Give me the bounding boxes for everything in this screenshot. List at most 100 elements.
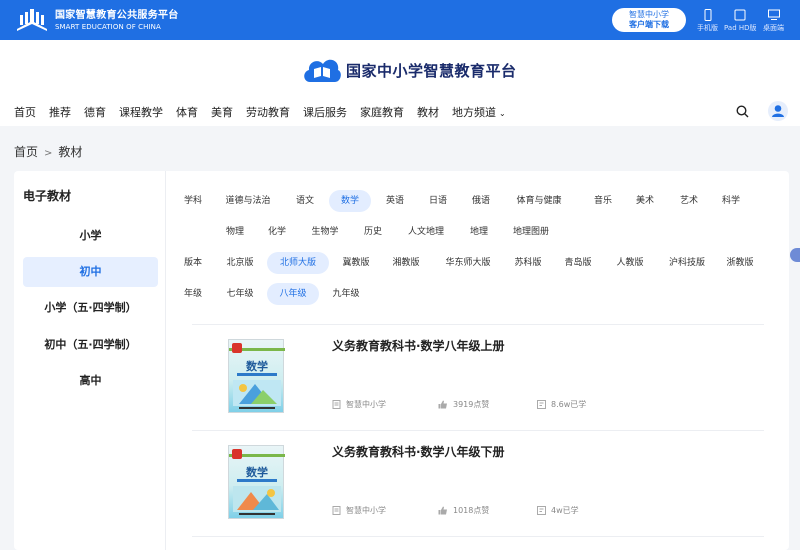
- cover-subtitle-bar: [237, 373, 277, 376]
- book-likes: 3919点赞: [438, 399, 489, 410]
- top-bar: 国家智慧教育公共服务平台 SMART EDUCATION OF CHINA 智慧…: [0, 0, 800, 40]
- device-label: 桌面端: [763, 24, 784, 32]
- grade-option-selected[interactable]: 八年级: [267, 283, 319, 305]
- search-icon[interactable]: [736, 105, 749, 118]
- subject-option[interactable]: 化学: [259, 221, 295, 243]
- edition-option[interactable]: 湘教版: [383, 252, 429, 274]
- book-item[interactable]: 数学 义务教育教科书·数学八年级上册 智慧中小学 3919点赞 8.6w已学: [192, 325, 764, 429]
- client-download-button[interactable]: 智慧中小学 客户端下载: [612, 8, 686, 32]
- sidebar-item-junior[interactable]: 初中: [23, 257, 158, 287]
- likes-text: 3919点赞: [453, 400, 490, 409]
- edition-option[interactable]: 华东师大版: [435, 252, 501, 274]
- download-line2: 客户端下载: [629, 20, 669, 29]
- list-divider: [192, 536, 764, 537]
- subject-option[interactable]: 体育与健康: [507, 190, 571, 212]
- sidebar-item-primary[interactable]: 小学: [23, 221, 158, 251]
- device-tablet[interactable]: Pad HD版: [724, 9, 757, 33]
- side-float-tab[interactable]: [790, 248, 800, 262]
- subject-option[interactable]: 艺术: [671, 190, 707, 212]
- book-cover[interactable]: 数学: [228, 339, 285, 413]
- nav-arts[interactable]: 美育: [211, 104, 233, 120]
- avatar[interactable]: [768, 101, 788, 121]
- subject-option[interactable]: 地理: [461, 221, 497, 243]
- edition-option[interactable]: 青岛版: [555, 252, 601, 274]
- subject-option[interactable]: 语文: [287, 190, 323, 212]
- likes-text: 1018点赞: [453, 506, 490, 515]
- nav-courses[interactable]: 课程教学: [119, 104, 163, 120]
- subject-option[interactable]: 俄语: [463, 190, 499, 212]
- edition-option[interactable]: 人教版: [607, 252, 653, 274]
- subject-option[interactable]: 地理图册: [505, 221, 557, 243]
- subject-option[interactable]: 生物学: [301, 221, 349, 243]
- subject-option[interactable]: 日语: [420, 190, 456, 212]
- source-text: 智慧中小学: [346, 400, 386, 409]
- desktop-icon: [767, 9, 780, 20]
- breadcrumb-home[interactable]: 首页: [14, 145, 38, 159]
- cover-art-icon: [233, 380, 281, 406]
- nav-recommend[interactable]: 推荐: [49, 104, 71, 120]
- book-cover[interactable]: 数学: [228, 445, 285, 519]
- book-learners: 8.6w已学: [537, 399, 586, 410]
- sidebar-item-senior[interactable]: 高中: [23, 366, 158, 396]
- filter-label-subject: 学科: [183, 196, 202, 206]
- breadcrumb-current: 教材: [58, 145, 83, 159]
- book-source: 智慧中小学: [332, 399, 386, 410]
- edition-option[interactable]: 沪科技版: [659, 252, 715, 274]
- sidebar-item-junior-54[interactable]: 初中（五·四学制）: [23, 330, 158, 360]
- book-learners: 4w已学: [537, 505, 579, 516]
- grade-option[interactable]: 七年级: [217, 283, 263, 305]
- sidebar-item-primary-54[interactable]: 小学（五·四学制）: [23, 293, 158, 323]
- nav-labor[interactable]: 劳动教育: [246, 104, 290, 120]
- cover-publisher-bar: [239, 513, 275, 515]
- subject-option[interactable]: 音乐: [585, 190, 621, 212]
- subject-option-selected[interactable]: 数学: [329, 190, 371, 212]
- cover-art-icon: [233, 486, 281, 512]
- edition-option[interactable]: 冀教版: [333, 252, 379, 274]
- filter-label-edition: 版本: [183, 258, 202, 268]
- nav-local-label: 地方频道: [452, 106, 496, 119]
- book-title[interactable]: 义务教育教科书·数学八年级上册: [332, 337, 505, 354]
- subject-option[interactable]: 道德与法治: [217, 190, 279, 212]
- subject-option[interactable]: 历史: [355, 221, 391, 243]
- filter-label-grade: 年级: [183, 289, 202, 299]
- source-text: 智慧中小学: [346, 506, 386, 515]
- main-nav: 首页 推荐 德育 课程教学 体育 美育 劳动教育 课后服务 家庭教育 教材 地方…: [14, 104, 519, 120]
- site-logo[interactable]: 国家中小学智慧教育平台: [302, 54, 517, 86]
- nav-sports[interactable]: 体育: [176, 104, 198, 120]
- device-label: Pad HD版: [724, 24, 757, 32]
- subject-option[interactable]: 美术: [627, 190, 663, 212]
- download-line1: 智慧中小学: [629, 10, 669, 19]
- edition-option[interactable]: 苏科版: [505, 252, 551, 274]
- thumbs-up-icon: [438, 400, 447, 409]
- book-item[interactable]: 数学 义务教育教科书·数学八年级下册 智慧中小学 1018点赞 4w已学: [192, 431, 764, 535]
- subject-option[interactable]: 科学: [713, 190, 749, 212]
- user-icon: [772, 105, 784, 117]
- learners-text: 8.6w已学: [551, 400, 587, 409]
- nav-home[interactable]: 首页: [14, 104, 36, 120]
- book-title[interactable]: 义务教育教科书·数学八年级下册: [332, 443, 505, 460]
- subject-option[interactable]: 人文地理: [400, 221, 452, 243]
- brand[interactable]: 国家智慧教育公共服务平台 SMART EDUCATION OF CHINA: [14, 7, 179, 33]
- site-header: 国家中小学智慧教育平台 首页 推荐 德育 课程教学 体育 美育 劳动教育 课后服…: [0, 40, 800, 126]
- thumbs-up-icon: [438, 506, 447, 515]
- device-mobile[interactable]: 手机版: [697, 9, 718, 33]
- edition-option[interactable]: 北京版: [217, 252, 263, 274]
- learners-icon: [537, 506, 546, 515]
- stage-sidebar: 电子教材 小学 初中 小学（五·四学制） 初中（五·四学制） 高中: [14, 171, 166, 550]
- source-icon: [332, 400, 341, 409]
- device-desktop[interactable]: 桌面端: [763, 9, 784, 33]
- sidebar-title: 电子教材: [23, 189, 72, 203]
- nav-moral[interactable]: 德育: [84, 104, 106, 120]
- source-icon: [332, 506, 341, 515]
- nav-local-channel[interactable]: 地方频道 ⌄: [452, 104, 506, 120]
- edition-option-selected[interactable]: 北师大版: [267, 252, 329, 274]
- subject-option[interactable]: 物理: [217, 221, 253, 243]
- edition-option[interactable]: 浙教版: [717, 252, 763, 274]
- subject-option[interactable]: 英语: [377, 190, 413, 212]
- grade-option[interactable]: 九年级: [323, 283, 369, 305]
- nav-textbooks[interactable]: 教材: [417, 104, 439, 120]
- nav-family[interactable]: 家庭教育: [360, 104, 404, 120]
- breadcrumb: 首页 > 教材: [14, 143, 82, 160]
- nav-after-school[interactable]: 课后服务: [303, 104, 347, 120]
- brand-name-cn: 国家智慧教育公共服务平台: [55, 9, 179, 21]
